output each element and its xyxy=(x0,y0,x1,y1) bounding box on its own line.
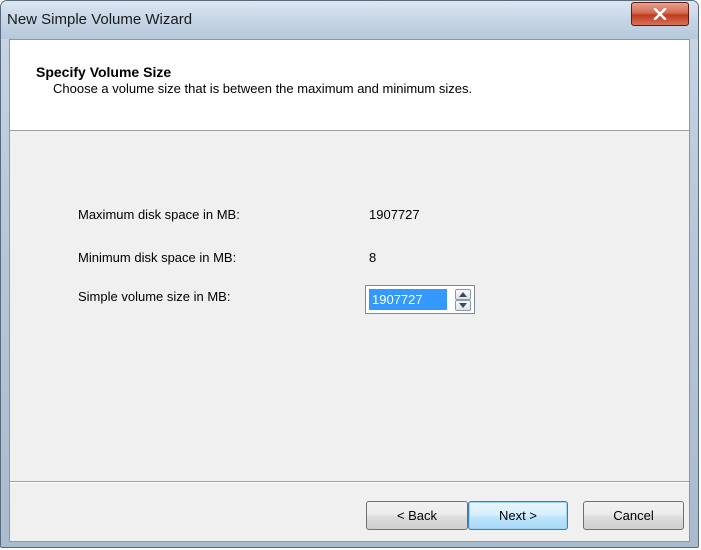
next-button[interactable]: Next > xyxy=(468,501,568,530)
close-icon xyxy=(653,8,667,20)
title-bar[interactable]: New Simple Volume Wizard xyxy=(1,1,698,39)
volume-size-spinner[interactable] xyxy=(365,285,475,314)
min-size-label: Minimum disk space in MB: xyxy=(78,250,237,265)
volume-size-input[interactable] xyxy=(369,289,447,310)
min-size-value: 8 xyxy=(369,250,377,265)
page-subtitle: Choose a volume size that is between the… xyxy=(53,81,473,96)
wizard-window: New Simple Volume Wizard Specify Volume … xyxy=(0,0,699,548)
max-size-label: Maximum disk space in MB: xyxy=(78,207,240,222)
wizard-body: Specify Volume Size Choose a volume size… xyxy=(9,39,690,542)
max-size-value: 1907727 xyxy=(369,207,420,222)
arrow-down-icon xyxy=(459,303,467,308)
window-title: New Simple Volume Wizard xyxy=(7,11,193,28)
page-title: Specify Volume Size xyxy=(36,64,172,80)
spin-up-button[interactable] xyxy=(455,289,471,300)
back-button[interactable]: < Back xyxy=(366,501,468,530)
button-separator xyxy=(10,481,689,483)
wizard-header: Specify Volume Size Choose a volume size… xyxy=(10,40,689,131)
spin-down-button[interactable] xyxy=(455,300,471,311)
close-button[interactable] xyxy=(631,2,689,26)
arrow-up-icon xyxy=(459,292,467,297)
volume-size-label: Simple volume size in MB: xyxy=(78,289,231,304)
cancel-button[interactable]: Cancel xyxy=(583,501,684,530)
